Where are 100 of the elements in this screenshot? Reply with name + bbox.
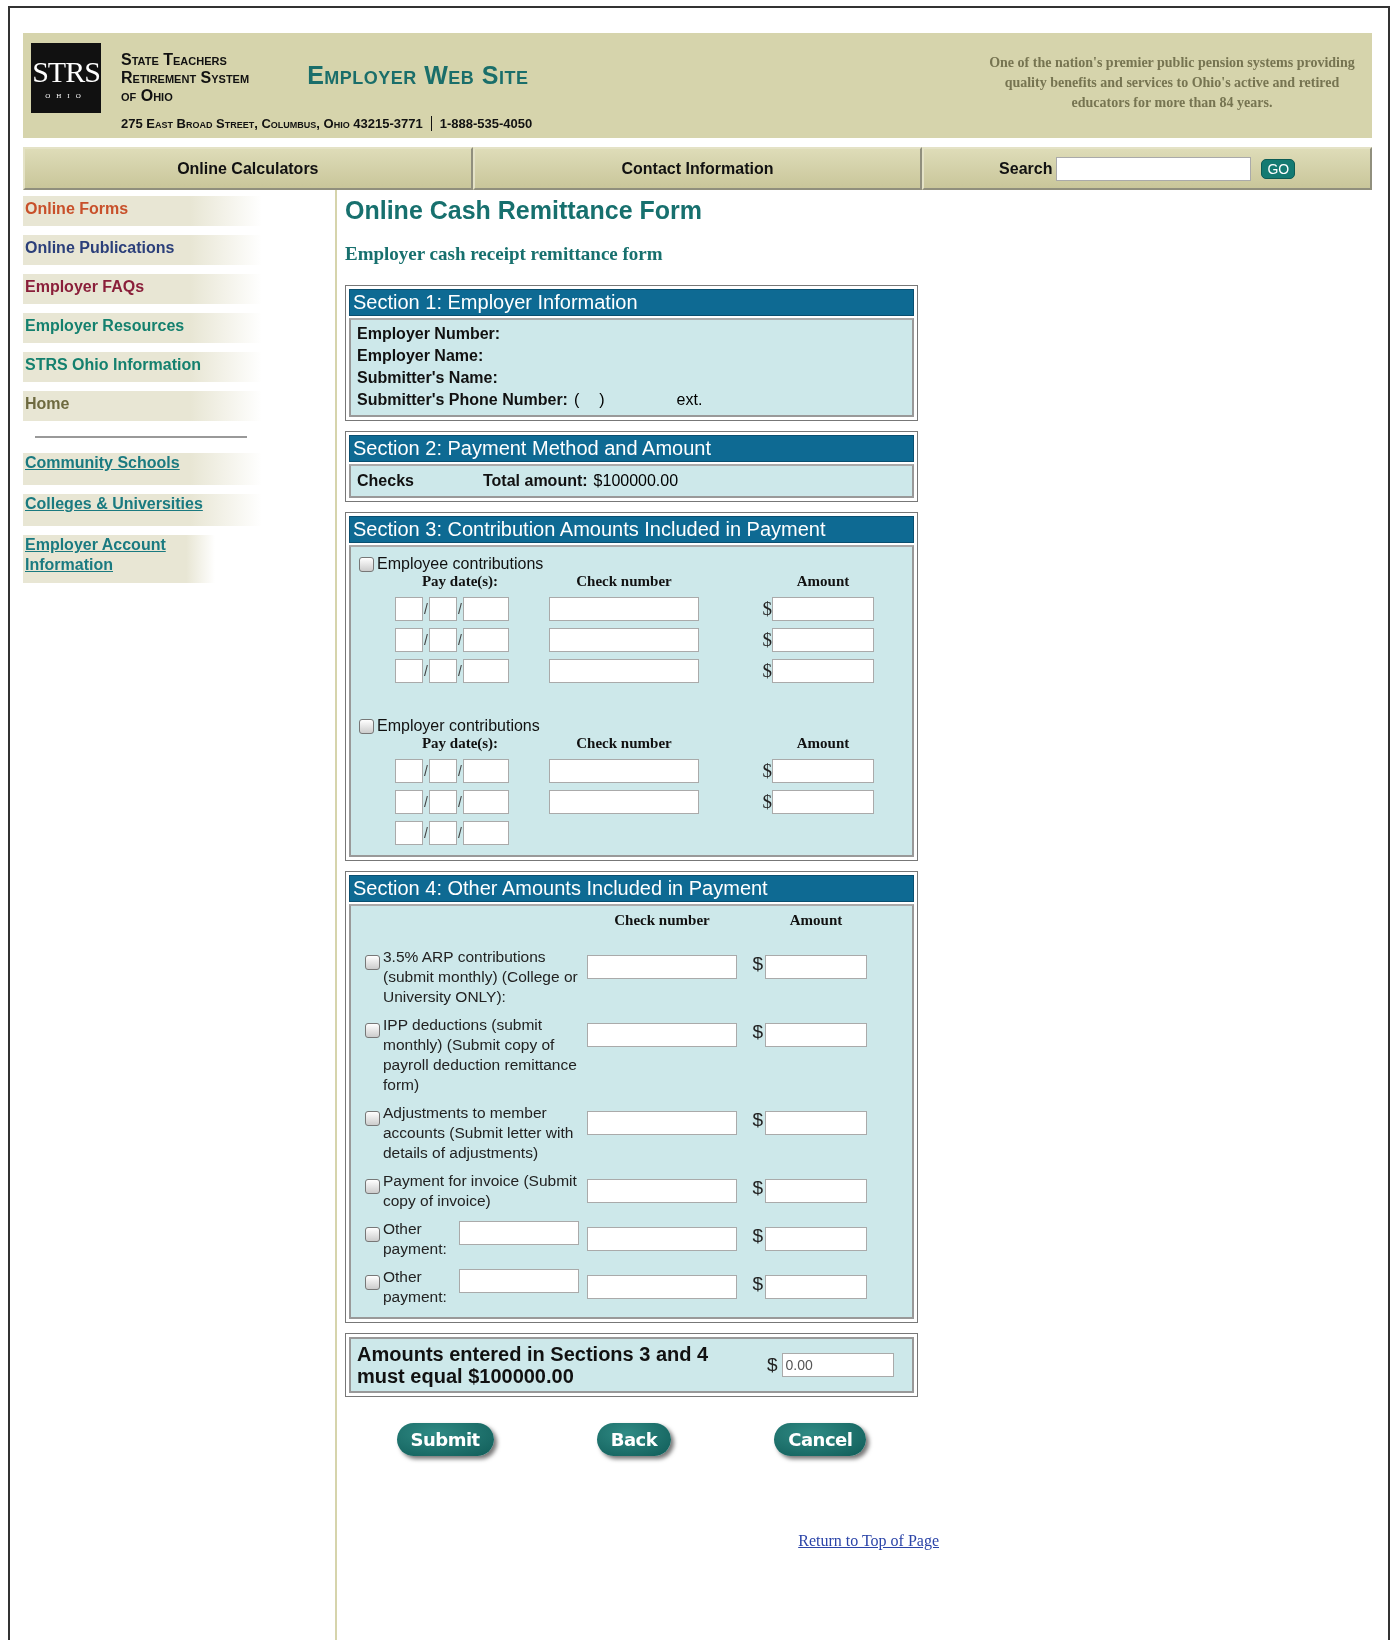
checkbox[interactable] xyxy=(365,1227,380,1242)
currency-sign: $ xyxy=(751,953,764,975)
checkbox[interactable] xyxy=(365,1111,380,1126)
search-label: Search xyxy=(999,159,1053,178)
currency-sign: $ xyxy=(761,598,772,620)
amount-field[interactable] xyxy=(765,1023,867,1047)
amount-field[interactable] xyxy=(772,659,874,683)
total-amount: $100000.00 xyxy=(593,472,679,490)
date-field[interactable] xyxy=(428,790,457,814)
field-label: Total amount: xyxy=(483,472,588,490)
total-notice: Amounts entered in Sections 3 and 4 must equal $100000.00 xyxy=(357,1343,710,1387)
column-header: Pay date(s): xyxy=(420,735,500,752)
date-separator: / xyxy=(423,794,429,810)
nav-link[interactable]: Online Calculators xyxy=(23,147,473,190)
search-field[interactable] xyxy=(1056,156,1252,181)
date-field[interactable] xyxy=(428,821,457,845)
date-field[interactable] xyxy=(428,759,457,783)
date-field[interactable] xyxy=(395,790,423,814)
checkbox[interactable] xyxy=(365,1275,380,1290)
checkbox-label: Other payment: xyxy=(383,1219,448,1259)
nav-link[interactable]: Contact Information xyxy=(472,147,923,190)
date-separator: / xyxy=(456,632,463,648)
date-field[interactable] xyxy=(462,759,509,783)
check-number-field[interactable] xyxy=(587,1023,737,1047)
date-field[interactable] xyxy=(462,821,509,845)
date-separator: / xyxy=(456,825,463,841)
currency-sign: $ xyxy=(751,1177,764,1199)
action-button[interactable]: Back xyxy=(596,1423,672,1456)
check-number-field[interactable] xyxy=(587,1275,737,1299)
check-number-field[interactable] xyxy=(549,628,699,652)
date-field[interactable] xyxy=(462,790,509,814)
checkbox[interactable] xyxy=(365,955,380,970)
other-payment-field[interactable] xyxy=(459,1269,579,1293)
checkbox-label: Adjustments to member accounts (Submit letter with details of adjustments) xyxy=(383,1103,575,1163)
column-header: Pay date(s): xyxy=(420,573,500,590)
amount-field[interactable] xyxy=(772,628,874,652)
date-field[interactable] xyxy=(462,628,509,652)
amount-field[interactable] xyxy=(765,1179,867,1203)
column-header: Amount xyxy=(795,573,851,590)
currency-sign: $ xyxy=(751,1021,764,1043)
currency-sign: $ xyxy=(751,1273,764,1295)
check-number-field[interactable] xyxy=(549,597,699,621)
payment-method: Checks xyxy=(357,472,415,490)
checkbox-label: Other payment: xyxy=(383,1267,448,1307)
column-header: Amount xyxy=(788,912,844,930)
date-field[interactable] xyxy=(462,597,509,621)
check-number-field[interactable] xyxy=(587,1179,737,1203)
check-number-field[interactable] xyxy=(549,790,699,814)
amount-field[interactable] xyxy=(765,955,867,979)
currency-sign: $ xyxy=(751,1109,764,1131)
checkbox[interactable] xyxy=(365,1023,380,1038)
date-separator: / xyxy=(423,632,429,648)
check-number-field[interactable] xyxy=(587,1111,737,1135)
date-field[interactable] xyxy=(428,628,457,652)
column-header: Amount xyxy=(795,735,851,752)
site-title: Employer Web Site xyxy=(307,61,529,90)
go-button[interactable]: GO xyxy=(1261,158,1296,179)
phone-number: 1-888-535-4050 xyxy=(430,116,533,131)
amount-field[interactable] xyxy=(765,1275,867,1299)
date-field[interactable] xyxy=(395,628,423,652)
return-to-top-link[interactable]: Return to Top of Page xyxy=(798,1532,939,1549)
amount-field[interactable] xyxy=(765,1111,867,1135)
checkbox[interactable] xyxy=(365,1179,380,1194)
checkbox[interactable] xyxy=(359,718,374,734)
date-field[interactable] xyxy=(462,659,509,683)
checkbox-label: 3.5% ARP contributions (submit monthly) (College or University ONLY): xyxy=(383,947,579,1007)
date-field[interactable] xyxy=(395,759,423,783)
check-number-field[interactable] xyxy=(587,955,737,979)
paren: ( xyxy=(573,391,580,409)
currency-sign: $ xyxy=(761,791,772,813)
amount-field[interactable] xyxy=(772,597,874,621)
column-header: Check number xyxy=(613,912,711,930)
currency-sign: $ xyxy=(761,629,772,651)
column-header: Check number xyxy=(575,735,673,752)
check-number-field[interactable] xyxy=(549,759,699,783)
total-field[interactable]: 0.00 xyxy=(781,1353,894,1377)
action-button[interactable]: Submit xyxy=(396,1423,494,1456)
action-button[interactable]: Cancel xyxy=(774,1423,867,1456)
checkbox-label: Payment for invoice (Submit copy of invoice) xyxy=(383,1171,578,1211)
field-label: Submitter's Name: xyxy=(357,369,499,387)
date-field[interactable] xyxy=(395,821,423,845)
date-field[interactable] xyxy=(395,659,423,683)
date-separator: / xyxy=(456,663,463,679)
column-header: Check number xyxy=(575,573,673,590)
page-title: Online Cash Remittance Form xyxy=(345,196,704,225)
section-header: Section 2: Payment Method and Amount xyxy=(349,435,914,462)
amount-field[interactable] xyxy=(765,1227,867,1251)
sidebar-link[interactable]: Employer Account Information xyxy=(23,535,215,583)
check-number-field[interactable] xyxy=(549,659,699,683)
date-field[interactable] xyxy=(428,597,457,621)
date-field[interactable] xyxy=(395,597,423,621)
check-number-field[interactable] xyxy=(587,1227,737,1251)
date-separator: / xyxy=(423,763,429,779)
other-payment-field[interactable] xyxy=(459,1221,579,1245)
section-header: Section 1: Employer Information xyxy=(349,289,914,316)
checkbox[interactable] xyxy=(359,556,374,572)
amount-field[interactable] xyxy=(772,759,874,783)
checkbox-label: Employee contributions xyxy=(377,555,544,573)
date-field[interactable] xyxy=(428,659,457,683)
amount-field[interactable] xyxy=(772,790,874,814)
